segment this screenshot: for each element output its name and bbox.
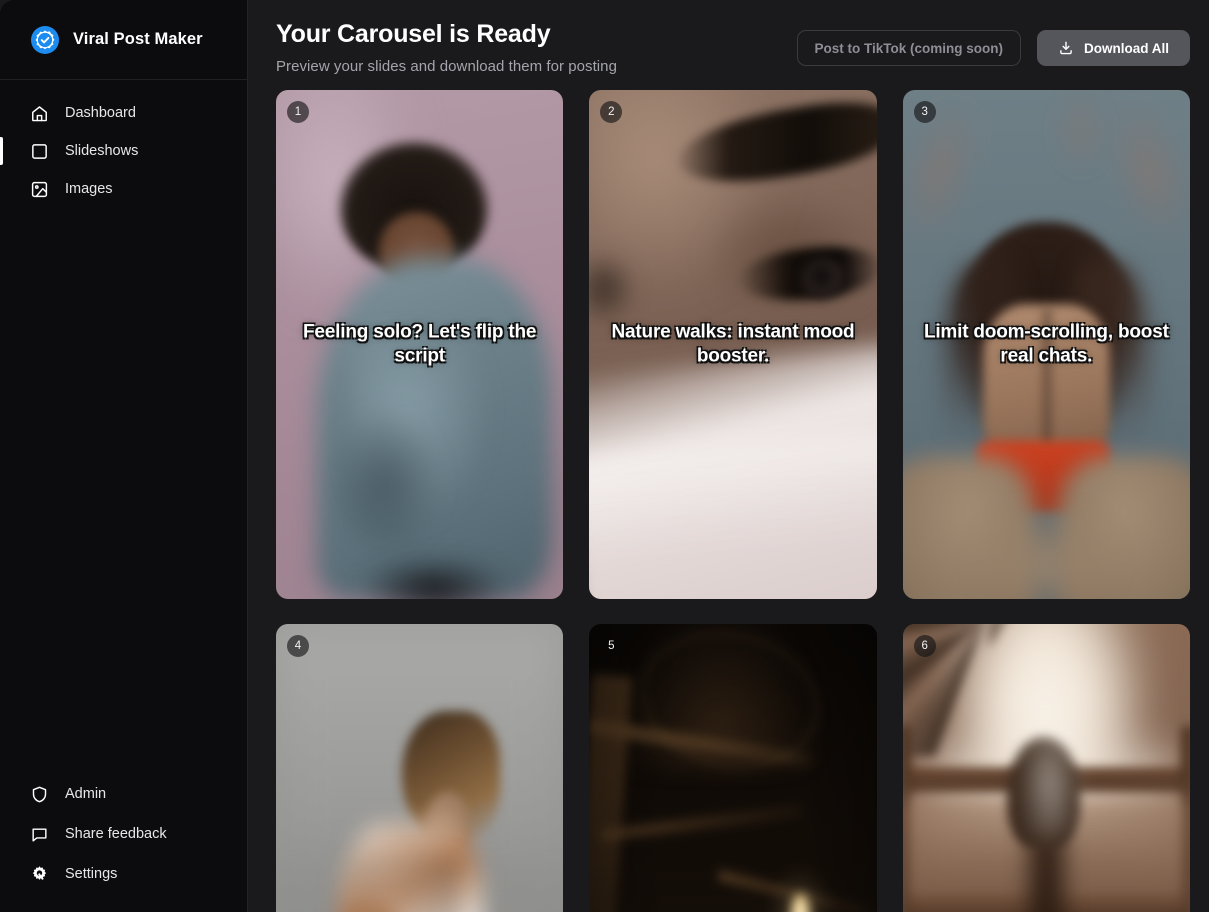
slide-card[interactable]: 3 Limit doom-scrolling, boost real chats… <box>902 90 1190 599</box>
slides-grid-row-1: 1 Feeling solo? Let's flip the script 2 … <box>276 90 1190 599</box>
square-icon <box>30 142 49 161</box>
header-titles: Your Carousel is Ready Preview your slid… <box>276 18 617 75</box>
download-icon <box>1058 40 1074 56</box>
chat-bubble-icon <box>30 825 49 844</box>
image-icon <box>30 180 49 199</box>
slide-number-badge: 1 <box>287 101 309 123</box>
sidebar-item-dashboard[interactable]: Dashboard <box>0 94 247 132</box>
page-header: Your Carousel is Ready Preview your slid… <box>276 0 1190 90</box>
sidebar-item-label: Images <box>65 181 113 197</box>
brand[interactable]: Viral Post Maker <box>0 0 247 80</box>
slide-number-badge: 3 <box>913 101 936 123</box>
slide-caption: Limit doom-scrolling, boost real chats. <box>923 321 1169 367</box>
slide-image <box>276 624 564 912</box>
slide-image <box>589 624 877 912</box>
download-all-button[interactable]: Download All <box>1037 30 1190 66</box>
shield-icon <box>30 785 49 804</box>
secondary-nav: Admin Share feedback Settings <box>0 774 247 912</box>
main-content: Your Carousel is Ready Preview your slid… <box>248 0 1209 912</box>
slide-card[interactable]: 5 Gratitude journaling: tiny shifts, big… <box>589 624 877 912</box>
post-to-tiktok-button[interactable]: Post to TikTok (coming soon) <box>796 30 1021 66</box>
slide-card[interactable]: 6 Volunteer: connection vibes unlocked. <box>902 624 1190 912</box>
post-to-tiktok-label: Post to TikTok (coming soon) <box>814 40 1004 56</box>
sidebar-item-images[interactable]: Images <box>0 170 247 208</box>
sidebar-item-label: Dashboard <box>65 105 136 121</box>
slide-card[interactable]: 1 Feeling solo? Let's flip the script <box>276 90 564 599</box>
slide-caption: Feeling solo? Let's flip the script <box>303 321 537 367</box>
slide-caption: Nature walks: instant mood booster. <box>611 321 855 367</box>
slide-card[interactable]: 4 Get artsy, let your mind breathe. <box>276 624 564 912</box>
app-root: Viral Post Maker Dashboard Slideshows Im… <box>0 0 1209 912</box>
slide-number-badge: 4 <box>287 635 309 657</box>
page-subtitle: Preview your slides and download them fo… <box>276 57 617 75</box>
slides-grid-row-2: 4 Get artsy, let your mind breathe. <box>276 624 1190 912</box>
slide-image <box>902 624 1190 912</box>
verified-badge-icon <box>30 25 60 55</box>
download-all-label: Download All <box>1084 40 1169 56</box>
brand-name: Viral Post Maker <box>73 30 203 48</box>
sidebar-item-slideshows[interactable]: Slideshows <box>0 132 247 170</box>
sidebar-item-share-feedback[interactable]: Share feedback <box>0 814 247 854</box>
page-title: Your Carousel is Ready <box>276 20 551 48</box>
sidebar-item-label: Admin <box>65 786 107 802</box>
sidebar-item-settings[interactable]: Settings <box>0 854 247 894</box>
header-actions: Post to TikTok (coming soon) Download Al… <box>796 18 1190 66</box>
sidebar-item-label: Share feedback <box>65 826 167 842</box>
sidebar-item-label: Slideshows <box>65 143 139 159</box>
home-icon <box>30 104 49 123</box>
gear-icon <box>30 865 49 884</box>
slide-number-badge: 6 <box>913 635 936 657</box>
sidebar-item-admin[interactable]: Admin <box>0 774 247 814</box>
sidebar-item-label: Settings <box>65 866 118 882</box>
primary-nav: Dashboard Slideshows Images <box>0 80 247 208</box>
slide-card[interactable]: 2 Nature walks: instant mood booster. <box>589 90 877 599</box>
sidebar: Viral Post Maker Dashboard Slideshows Im… <box>0 0 248 912</box>
